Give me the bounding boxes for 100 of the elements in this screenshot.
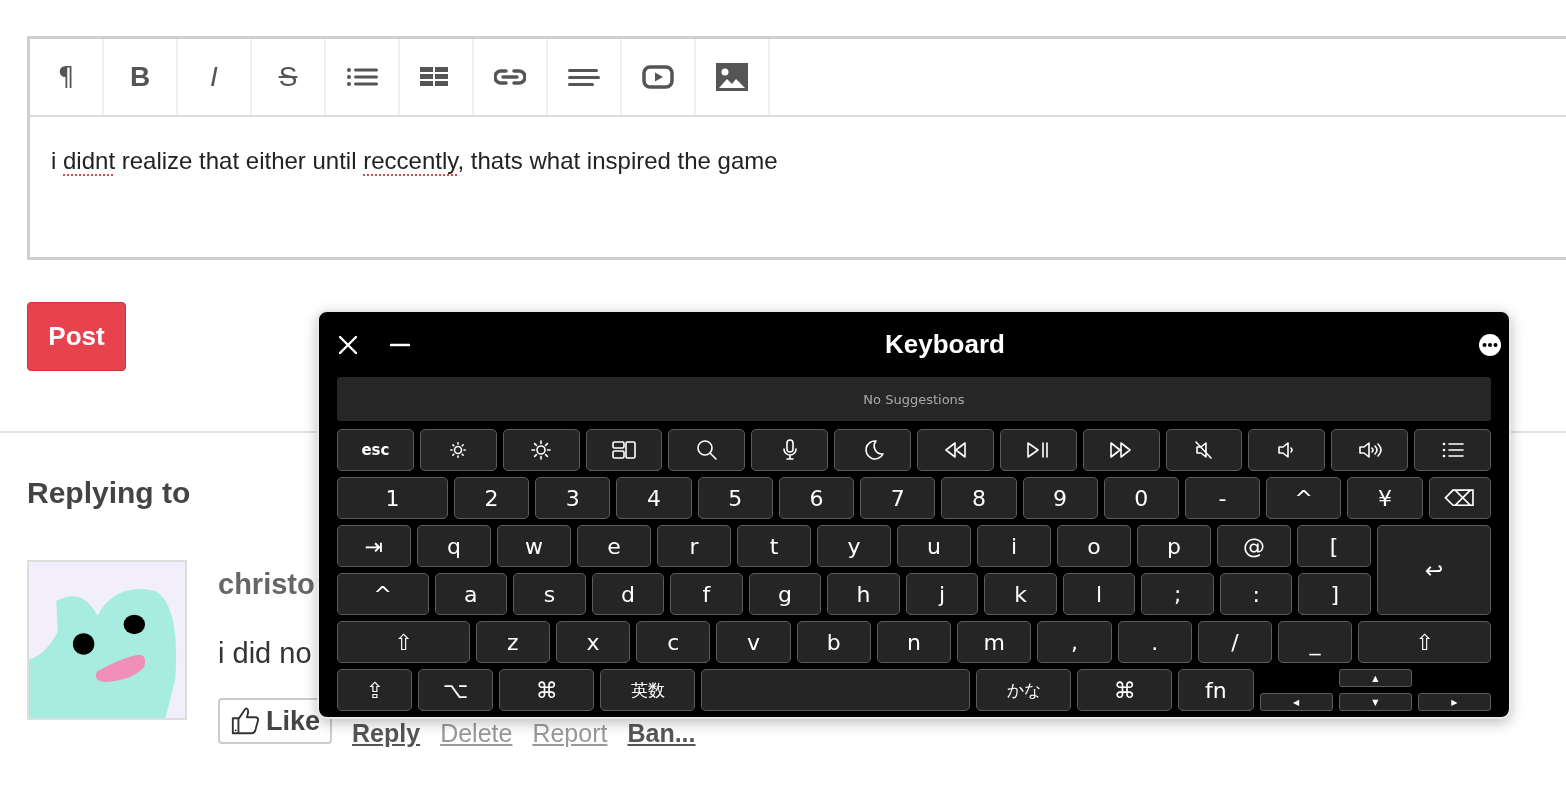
keyboard-key[interactable]: d [591,573,665,615]
keyboard-key[interactable]: ^ [337,573,429,615]
keyboard-key[interactable]: j [905,573,979,615]
keyboard-key[interactable]: u [897,525,971,567]
keyboard-key[interactable]: e [577,525,651,567]
keyboard-key[interactable]: c [636,621,711,663]
keyboard-key[interactable] [834,429,911,471]
keyboard-key[interactable]: t [737,525,811,567]
keyboard-key[interactable]: q [417,525,491,567]
keyboard-key[interactable]: 2 [453,477,530,519]
keyboard-key[interactable] [502,429,580,471]
keyboard-key[interactable]: ⌘ [1077,669,1173,711]
keyboard-key[interactable]: 4 [616,477,692,519]
keyboard-key[interactable]: fn [1178,669,1254,711]
keyboard-key[interactable]: : [1219,573,1293,615]
more-button[interactable] [1479,333,1501,356]
keyboard-key[interactable]: ; [1141,573,1214,615]
keyboard-key[interactable]: 8 [941,477,1017,519]
keyboard-key[interactable]: _ [1277,621,1353,663]
keyboard-key[interactable]: ⌥ [418,669,494,711]
editor-text[interactable]: i didnt realize that either until reccently, thats what inspired the game [30,117,1566,257]
keyboard-key[interactable]: z [475,621,550,663]
keyboard-key[interactable]: , [1037,621,1112,663]
keyboard-key[interactable]: f [670,573,743,615]
keyboard-key[interactable]: p [1137,525,1211,567]
keyboard-key[interactable]: ⌫ [1428,477,1492,519]
suggestions-bar: No Suggestions [337,377,1491,421]
arrow-key[interactable]: ▲ [1338,669,1412,687]
keyboard-key[interactable] [1165,429,1243,471]
keyboard-key[interactable]: s [513,573,586,615]
keyboard-key[interactable]: ⇧ [1358,621,1491,663]
keyboard-key[interactable]: 9 [1022,477,1098,519]
video-play-icon [642,65,674,89]
keyboard-key[interactable]: / [1197,621,1272,663]
minimize-button[interactable] [389,341,411,348]
keyboard-key[interactable]: x [556,621,631,663]
keyboard-key[interactable]: 7 [860,477,936,519]
keyboard-key[interactable]: m [957,621,1032,663]
keyboard-key[interactable]: r [657,525,731,567]
keyboard-key[interactable]: a [434,573,508,615]
keyboard-key[interactable] [1414,429,1492,471]
action-link[interactable]: Ban... [627,720,696,747]
arrow-key[interactable]: ▶ [1417,693,1491,711]
close-icon [337,333,359,356]
author-name: christo [218,568,315,601]
keyboard-key[interactable] [585,429,663,471]
keyboard-key[interactable]: . [1117,621,1192,663]
arrow-key[interactable]: ▼ [1338,693,1412,711]
keyboard-key[interactable]: k [984,573,1057,615]
keyboard-key[interactable] [999,429,1077,471]
keyboard-key[interactable] [1082,429,1160,471]
keyboard-key[interactable]: esc [337,429,414,471]
keyboard-key[interactable]: 英数 [600,669,696,711]
keyboard-key[interactable]: ⇪ [337,669,413,711]
action-link[interactable]: Reply [352,720,421,747]
keyboard-key[interactable] [751,429,829,471]
keyboard-key[interactable]: ⌘ [499,669,595,711]
keyboard-key[interactable]: o [1057,525,1131,567]
keyboard-key[interactable]: [ [1297,525,1371,567]
comment-text: i did no [218,637,312,670]
keyboard-key[interactable]: v [716,621,791,663]
keyboard-key[interactable]: ] [1298,573,1371,615]
keyboard-key[interactable]: ↩ [1377,525,1491,615]
keyboard-key[interactable]: - [1184,477,1261,519]
more-icon [1479,333,1501,356]
keyboard-key[interactable] [1331,429,1409,471]
keyboard-key[interactable]: 6 [778,477,855,519]
keyboard-key[interactable]: 0 [1103,477,1179,519]
keyboard-key[interactable]: かな [976,669,1072,711]
keyboard-key[interactable]: ^ [1266,477,1342,519]
keyboard-key[interactable] [917,429,994,471]
window-title: Keyboard [884,329,1006,360]
close-button[interactable] [337,333,359,356]
like-button[interactable]: Like [218,698,333,744]
post-button[interactable]: Post [27,302,126,371]
keyboard-key[interactable]: w [497,525,571,567]
keyboard-key[interactable]: 5 [697,477,773,519]
keyboard-key[interactable]: n [876,621,952,663]
keyboard-key[interactable]: ⇥ [337,525,411,567]
keyboard-key[interactable]: ⇧ [337,621,470,663]
keyboard-key[interactable]: ¥ [1347,477,1423,519]
keyboard-key[interactable]: y [817,525,891,567]
minimize-icon [389,341,411,348]
sun-icon [529,438,554,462]
keyboard-key[interactable]: i [977,525,1051,567]
thumbs-up-icon [230,705,260,737]
keyboard-key[interactable] [1248,429,1326,471]
keyboard-key[interactable]: @ [1217,525,1291,567]
keyboard-key[interactable]: h [827,573,900,615]
keyboard-key[interactable]: g [748,573,822,615]
arrow-key[interactable]: ◀ [1259,693,1333,711]
windows-icon [612,438,636,462]
list-icon [346,65,378,89]
keyboard-key[interactable]: l [1062,573,1136,615]
keyboard-key[interactable]: 3 [535,477,611,519]
section-heading: Replying to [27,476,191,510]
keyboard-key[interactable]: b [796,621,871,663]
keyboard-key[interactable] [668,429,746,471]
keyboard-key[interactable]: 1 [337,477,448,519]
image-icon [716,63,748,91]
